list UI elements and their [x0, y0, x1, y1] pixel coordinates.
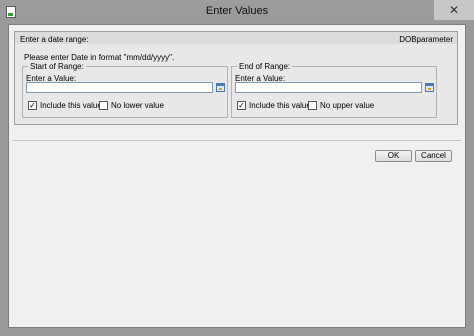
end-include-label: Include this value: [249, 101, 311, 110]
start-include-checkbox[interactable]: ✓: [28, 101, 37, 110]
no-upper-value-label: No upper value: [320, 101, 375, 110]
panel-header: Enter a date range: DOBparameter: [15, 32, 457, 44]
title-bar[interactable]: Enter Values ✕: [0, 0, 474, 24]
ok-button[interactable]: OK: [375, 150, 412, 162]
start-range-group: Start of Range: Enter a Value: ✓ Include…: [22, 62, 228, 118]
start-range-label: Start of Range:: [28, 62, 86, 71]
date-range-panel: Enter a date range: DOBparameter Please …: [14, 31, 458, 125]
cancel-button[interactable]: Cancel: [415, 150, 452, 162]
format-instruction: Please enter Date in format "mm/dd/yyyy"…: [24, 53, 175, 62]
panel-title: Enter a date range:: [20, 35, 89, 44]
calendar-icon[interactable]: [216, 83, 225, 92]
end-include-checkbox[interactable]: ✓: [237, 101, 246, 110]
start-include-label: Include this value: [40, 101, 102, 110]
parameter-name: DOBparameter: [399, 35, 453, 44]
separator: [12, 140, 461, 141]
no-upper-value-checkbox[interactable]: [308, 101, 317, 110]
dialog-client: Enter a date range: DOBparameter Please …: [8, 24, 466, 328]
start-date-input[interactable]: [26, 82, 213, 93]
no-lower-value-checkbox[interactable]: [99, 101, 108, 110]
dialog-window: Enter Values ✕ Enter a date range: DOBpa…: [0, 0, 474, 336]
no-lower-value-label: No lower value: [111, 101, 164, 110]
window-title: Enter Values: [205, 5, 269, 17]
calendar-icon[interactable]: [425, 83, 434, 92]
close-button[interactable]: ✕: [434, 0, 474, 20]
end-range-group: End of Range: Enter a Value: ✓ Include t…: [231, 62, 437, 118]
end-range-label: End of Range:: [237, 62, 293, 71]
end-date-input[interactable]: [235, 82, 422, 93]
